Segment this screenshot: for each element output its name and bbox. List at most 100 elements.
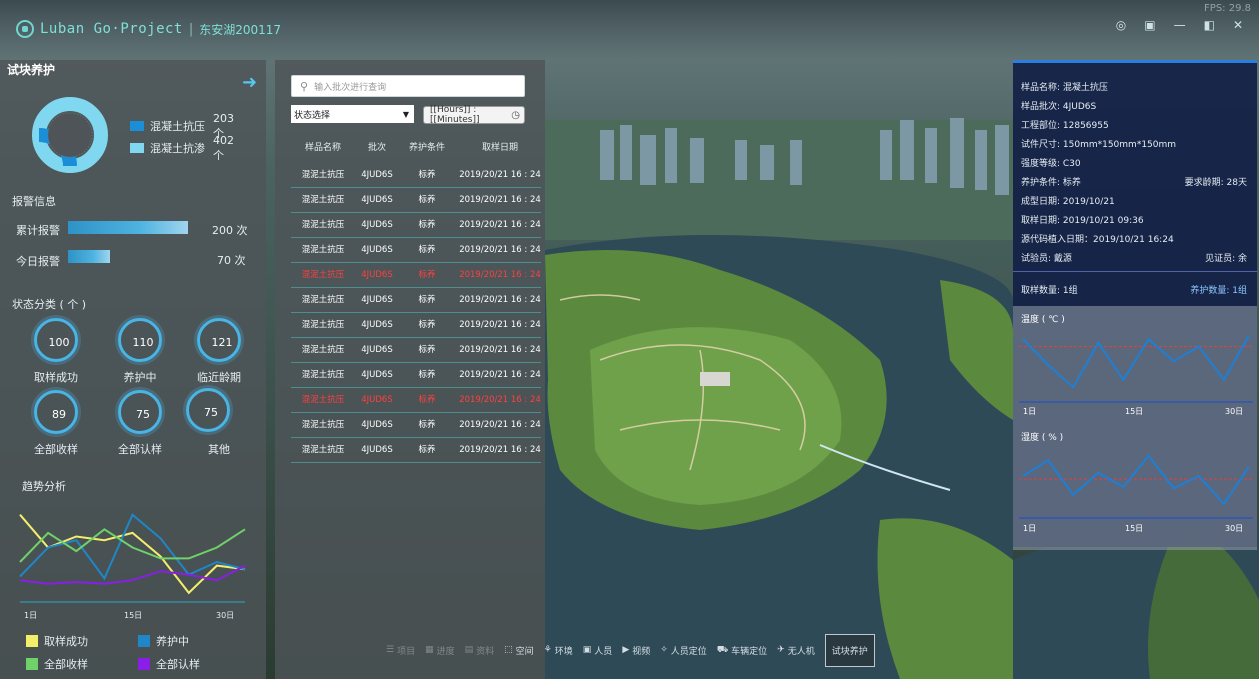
- toolbar-item[interactable]: ☰ 项目: [386, 644, 415, 657]
- legend-swatch: [138, 658, 150, 670]
- table-cell: 2019/20/21 16 : 24: [459, 220, 541, 230]
- title-separator: |: [188, 21, 194, 37]
- status-ring[interactable]: 89: [34, 390, 78, 434]
- arrow-right-icon[interactable]: ➜: [242, 72, 257, 93]
- legend-kangshen: 混凝土抗渗 402个: [130, 134, 234, 162]
- table-cell: 标养: [418, 170, 436, 180]
- toolbar-label: 人员: [594, 646, 613, 657]
- toolbar-label: 人员定位: [670, 646, 707, 657]
- fps-readout: FPS: 29.8: [1204, 3, 1251, 14]
- table-cell: 混泥土抗压: [301, 370, 345, 380]
- info-row: 试验员: 戴源: [1021, 254, 1072, 264]
- legend-swatch: [26, 658, 38, 670]
- toolbar-item[interactable]: 试块养护: [824, 633, 875, 667]
- table-row[interactable]: 混泥土抗压 4JUD6S 标养 2019/20/21 16 : 24: [291, 288, 541, 313]
- status-ring[interactable]: 110: [118, 318, 162, 362]
- status-ring[interactable]: 121: [197, 318, 241, 362]
- status-select-value: 状态选择: [294, 110, 331, 121]
- table-cell: 4JUD6S: [361, 420, 393, 430]
- left-panel: 试块养护 ➜ 混凝土抗压 203个 混凝土抗渗 402个 报警信息 累计报警 2…: [0, 60, 266, 679]
- temp-chart: [1019, 334, 1253, 403]
- toolbar-icon: ✧: [660, 645, 668, 655]
- legend-label: 全部收样: [44, 658, 88, 671]
- table-body: 混泥土抗压 4JUD6S 标养 2019/20/21 16 : 24 混泥土抗压 4JUD…: [291, 163, 541, 463]
- toolbar-item[interactable]: ✧ 人员定位: [660, 644, 707, 657]
- toolbar-label: 试块养护: [831, 646, 868, 657]
- toolbar-icon: ▤: [464, 645, 474, 655]
- logo-icon: [16, 20, 34, 38]
- table-cell: 混泥土抗压: [301, 345, 345, 355]
- cure-qty: 养护数量: 1组: [1190, 286, 1247, 296]
- bottom-toolbar: ☰ 项目 ▦ 进度 ▤ 资料 ⬚ 空间 ⚘ 环境 ▣ 人员 ▶ 视频 ✧ 人员定位 ⛟ 车辆定位 ✈ 无人机 试块养护: [386, 630, 875, 670]
- table-cell: 混泥土抗压: [301, 320, 345, 330]
- close-button[interactable]: ✕: [1233, 18, 1243, 32]
- search-input[interactable]: ⚲ 输入批次进行查询: [291, 75, 525, 97]
- clock-icon: ◷: [511, 109, 520, 121]
- table-cell: 2019/20/21 16 : 24: [459, 270, 541, 280]
- status-value: 89: [52, 408, 66, 421]
- table-row[interactable]: 混泥土抗压 4JUD6S 标养 2019/20/21 16 : 24: [291, 163, 541, 188]
- info-row: 源代码植入日期：2019/10/21 16:24: [1021, 235, 1174, 245]
- toolbar-icon: ⛟: [716, 644, 729, 655]
- toolbar-label: 项目: [397, 646, 416, 657]
- legend-label: 取样成功: [44, 635, 88, 648]
- tick-label: 1日: [24, 611, 37, 620]
- legend-swatch: [138, 635, 150, 647]
- restore-button[interactable]: ◧: [1204, 18, 1215, 32]
- toolbar-label: 无人机: [787, 646, 815, 657]
- table-row[interactable]: 混泥土抗压 4JUD6S 标养 2019/20/21 16 : 24: [291, 388, 541, 413]
- table-cell: 4JUD6S: [361, 220, 393, 230]
- status-ring[interactable]: 75: [186, 388, 230, 432]
- legend-swatch: [130, 143, 144, 153]
- tick-label: 1日: [1023, 407, 1037, 416]
- info-row: 样品批次: 4JUD6S: [1021, 102, 1097, 112]
- table-cell: 标养: [418, 395, 436, 405]
- divider: [1013, 271, 1257, 272]
- table-cell: 4JUD6S: [361, 370, 393, 380]
- table-cell: 4JUD6S: [361, 320, 393, 330]
- minimize-button[interactable]: —: [1174, 18, 1186, 32]
- humid-chart-title: 湿度 ( % ): [1021, 433, 1064, 443]
- table-row[interactable]: 混泥土抗压 4JUD6S 标养 2019/20/21 16 : 24: [291, 188, 541, 213]
- toolbar-item[interactable]: ▶ 视频: [622, 644, 650, 657]
- status-ring[interactable]: 75: [118, 390, 162, 434]
- legend-label: 混凝土抗渗: [150, 142, 205, 155]
- legend-swatch: [26, 635, 38, 647]
- toolbar-item[interactable]: ▣ 人员: [583, 644, 613, 657]
- toolbar-item[interactable]: ▦ 进度: [425, 644, 455, 657]
- toolbar-item[interactable]: ⬚ 空间: [504, 644, 534, 657]
- fullscreen-icon[interactable]: ▣: [1144, 18, 1155, 32]
- table-cell: 2019/20/21 16 : 24: [459, 370, 541, 380]
- toolbar-item[interactable]: ⛟ 车辆定位: [717, 644, 767, 657]
- toolbar-item[interactable]: ▤ 资料: [465, 644, 495, 657]
- table-row[interactable]: 混泥土抗压 4JUD6S 标养 2019/20/21 16 : 24: [291, 363, 541, 388]
- target-icon[interactable]: ◎: [1116, 18, 1126, 32]
- info-row: 养护条件: 标养: [1021, 178, 1081, 188]
- status-ring[interactable]: 100: [34, 318, 78, 362]
- status-select[interactable]: 状态选择 ▼: [291, 105, 414, 123]
- toolbar-item[interactable]: ⚘ 环境: [544, 644, 573, 657]
- tick-label: 15日: [1125, 524, 1144, 533]
- project-name: 东安湖200117: [199, 22, 282, 37]
- table-cell: 混泥土抗压: [301, 395, 345, 405]
- table-row[interactable]: 混泥土抗压 4JUD6S 标养 2019/20/21 16 : 24: [291, 313, 541, 338]
- alarm-total-bar: [68, 221, 188, 234]
- table-cell: 标养: [418, 245, 436, 255]
- toolbar-icon: ⬚: [504, 645, 513, 655]
- panel-title: 试块养护: [7, 63, 56, 77]
- table-row[interactable]: 混泥土抗压 4JUD6S 标养 2019/20/21 16 : 24: [291, 338, 541, 363]
- column-header: 批次: [367, 143, 386, 153]
- toolbar-item[interactable]: ✈ 无人机: [777, 644, 815, 657]
- table-row[interactable]: 混泥土抗压 4JUD6S 标养 2019/20/21 16 : 24: [291, 438, 541, 463]
- table-row[interactable]: 混泥土抗压 4JUD6S 标养 2019/20/21 16 : 24: [291, 413, 541, 438]
- status-value: 75: [204, 406, 218, 419]
- toolbar-icon: ▶: [622, 645, 630, 655]
- table-row[interactable]: 混泥土抗压 4JUD6S 标养 2019/20/21 16 : 24: [291, 213, 541, 238]
- time-input[interactable]: [[Hours]] : [[Minutes]] ◷: [423, 105, 525, 125]
- alarm-today-value: 70 次: [217, 254, 246, 267]
- status-label: 全部认样: [118, 443, 162, 456]
- table-row[interactable]: 混泥土抗压 4JUD6S 标养 2019/20/21 16 : 24: [291, 238, 541, 263]
- table-cell: 2019/20/21 16 : 24: [459, 420, 541, 430]
- alarm-title: 报警信息: [12, 195, 56, 208]
- table-row[interactable]: 混泥土抗压 4JUD6S 标养 2019/20/21 16 : 24: [291, 263, 541, 288]
